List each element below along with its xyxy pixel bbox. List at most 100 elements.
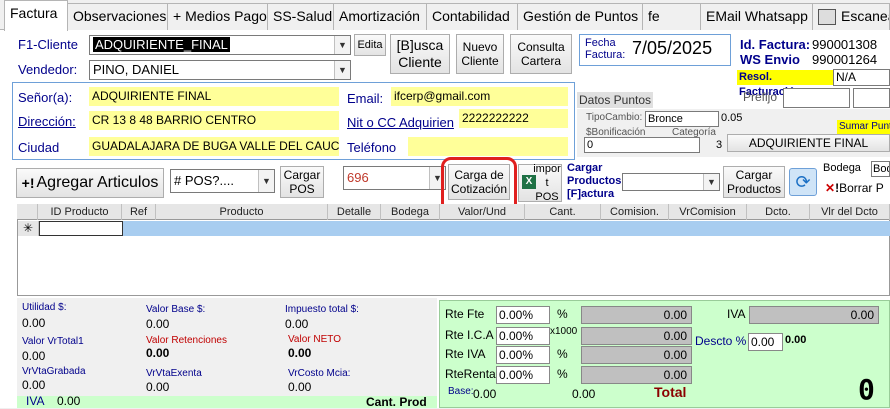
cargar-pos-button[interactable]: Cargar POS — [280, 166, 324, 198]
tab-factura[interactable]: Factura — [4, 0, 68, 31]
rte-iva-label: Rte IVA — [445, 347, 486, 361]
chevron-down-icon[interactable]: ▼ — [334, 61, 350, 79]
prefijo-input-2[interactable] — [853, 88, 890, 108]
consulta-cartera-button[interactable]: Consulta Cartera — [510, 34, 572, 74]
gravada-label: VrVtaGrabada — [22, 366, 86, 377]
bonificacion-value[interactable]: 0 — [584, 137, 700, 153]
senor-label: Señor(a): — [18, 90, 73, 105]
tab-contabilidad[interactable]: Contabilidad — [426, 3, 518, 30]
rte-iva-pct[interactable]: 0.00% — [496, 346, 550, 364]
tab-bar: Factura Observaciones + Medios Pago SS-S… — [0, 0, 890, 31]
tipo-cambio-num: 0.05 — [721, 112, 743, 124]
add-icon: +! — [21, 175, 35, 191]
valor-base-value: 0.00 — [146, 317, 170, 331]
rte-fte-pct[interactable]: 0.00% — [496, 306, 550, 324]
chevron-down-icon[interactable]: ▼ — [258, 170, 274, 192]
sumar-puntos-button[interactable]: Sumar Puntos — [837, 120, 890, 134]
bottom-iva-value: 0.00 — [57, 394, 81, 408]
pos-select[interactable]: # POS?.... ▼ — [170, 169, 275, 193]
agregar-articulos-button[interactable]: +! Agregar Articulos — [16, 168, 164, 198]
rte-renta-pct[interactable]: 0.00% — [496, 366, 550, 384]
edita-button[interactable]: Edita — [354, 34, 386, 56]
nuevo-cliente-button[interactable]: Nuevo Cliente — [456, 34, 504, 74]
tab-ss-salud[interactable]: SS-Salud — [267, 3, 334, 30]
telefono-value[interactable] — [408, 137, 568, 156]
email-value[interactable]: ifcerp@gmail.com — [391, 87, 568, 106]
fecha-label: Fecha Factura: — [585, 37, 626, 61]
col-valor-und[interactable]: Valor/Und — [440, 204, 525, 220]
pos-number-select[interactable]: 696 ▼ — [343, 166, 446, 190]
direccion-value[interactable]: CR 13 8 48 BARRIO CENTRO — [89, 111, 339, 130]
col-detalle[interactable]: Detalle — [328, 204, 381, 220]
cliente-select[interactable]: ADQUIRIENTE_FINAL ▼ — [89, 35, 351, 55]
chevron-down-icon[interactable]: ▼ — [334, 36, 350, 54]
col-comision[interactable]: Comision. — [601, 204, 669, 220]
retenciones-label: Valor Retenciones — [146, 335, 227, 346]
borrar-button[interactable]: ✕!Borrar P — [825, 181, 884, 195]
agregar-label: Agregar Articulos — [36, 174, 159, 191]
grid-new-row[interactable] — [123, 221, 890, 236]
import-pos-button[interactable]: X impor t POS — [518, 163, 562, 203]
cliente-label: F1-Cliente — [18, 37, 78, 52]
bodega-input[interactable]: Bod — [871, 161, 890, 177]
grid-cell-id-producto[interactable] — [39, 221, 123, 236]
prefijo-input[interactable] — [783, 88, 850, 108]
senor-value[interactable]: ADQUIRIENTE FINAL — [89, 87, 339, 106]
tab-email-whatsapp[interactable]: EMail Whatsapp — [700, 3, 813, 30]
resol-value[interactable]: N/A — [833, 69, 890, 86]
col-dcto[interactable]: Dcto. — [747, 204, 810, 220]
carga-cotizacion-button[interactable]: Carga de Cotización — [448, 164, 510, 200]
telefono-label: Teléfono — [347, 140, 397, 155]
tab-medios-pago[interactable]: + Medios Pago — [167, 3, 268, 30]
ws-envio-value: 990001264 — [812, 52, 878, 67]
busca-cliente-button[interactable]: [B]usca Cliente — [390, 34, 450, 74]
import-label: impor t POS — [533, 163, 561, 203]
col-ref[interactable]: Ref — [122, 204, 156, 220]
tab-fe[interactable]: fe — [642, 3, 701, 30]
direccion-label: Dirección: — [18, 114, 76, 129]
rte-fte-label: Rte Fte — [445, 307, 485, 321]
categoria-value: 3 — [716, 139, 723, 151]
col-bodega[interactable]: Bodega — [381, 204, 440, 220]
col-id-producto[interactable]: ID Producto — [38, 204, 122, 220]
cargar-productos-button[interactable]: Cargar Productos — [723, 166, 785, 198]
fecha-value: 7/05/2025 — [632, 38, 713, 58]
cargar-productos-title: Cargar Productos [F]actura — [567, 162, 622, 200]
adquiriente-button[interactable]: ADQUIRIENTE FINAL — [727, 134, 890, 152]
iva-value: 0.00 — [749, 306, 879, 324]
email-label: Email: — [347, 91, 384, 106]
col-vrcomision[interactable]: VrComision — [669, 204, 747, 220]
descto-label: Descto % — [695, 334, 747, 348]
nit-value[interactable]: 2222222222 — [459, 109, 568, 128]
tab-gestion-puntos[interactable]: Gestión de Puntos — [517, 3, 643, 30]
utilidad-value: 0.00 — [22, 316, 46, 330]
x1000-label: x1000 — [550, 326, 578, 337]
cant-prod-label: Cant. Prod — [366, 395, 427, 409]
tipo-cambio-value[interactable]: Bronce — [645, 111, 719, 127]
prefijo-label: Prefijo — [743, 90, 778, 104]
id-factura-value: 990001308 — [812, 37, 878, 52]
vendedor-value: PINO, DANIEL — [93, 62, 179, 77]
ciudad-label: Ciudad — [18, 140, 60, 155]
col-vlr-dcto[interactable]: Vlr del Dcto — [810, 204, 890, 220]
impuesto-label: Impuesto total $: — [285, 304, 359, 315]
categoria-label: Categoría — [672, 127, 716, 138]
costo-label: VrCosto Mcia: — [288, 368, 351, 379]
vendedor-select[interactable]: PINO, DANIEL ▼ — [89, 60, 351, 80]
ciudad-value[interactable]: GUADALAJARA DE BUGA VALLE DEL CAUCA — [89, 137, 339, 156]
tab-amortizacion[interactable]: Amortización — [333, 3, 427, 30]
pos-number-value: 696 — [347, 170, 369, 185]
row-selector-header — [17, 204, 38, 220]
tab-escanear[interactable]: Escanear — [812, 3, 890, 30]
tab-observaciones[interactable]: Observaciones — [67, 3, 168, 30]
rte-ica-pct[interactable]: 0.00% — [496, 327, 550, 345]
descto-input[interactable]: 0.00 — [748, 333, 783, 351]
tab-escanear-label: Escanear — [841, 8, 889, 24]
rte-renta-label: RteRenta — [445, 367, 496, 381]
cargar-productos-select[interactable]: ▼ — [622, 173, 720, 191]
chevron-down-icon[interactable]: ▼ — [703, 174, 719, 190]
refresh-icon[interactable]: ⟳ — [789, 168, 817, 196]
col-producto[interactable]: Producto — [156, 204, 328, 220]
col-cant[interactable]: Cant. — [525, 204, 601, 220]
fecha-box[interactable]: Fecha Factura: 7/05/2025 — [579, 34, 731, 66]
